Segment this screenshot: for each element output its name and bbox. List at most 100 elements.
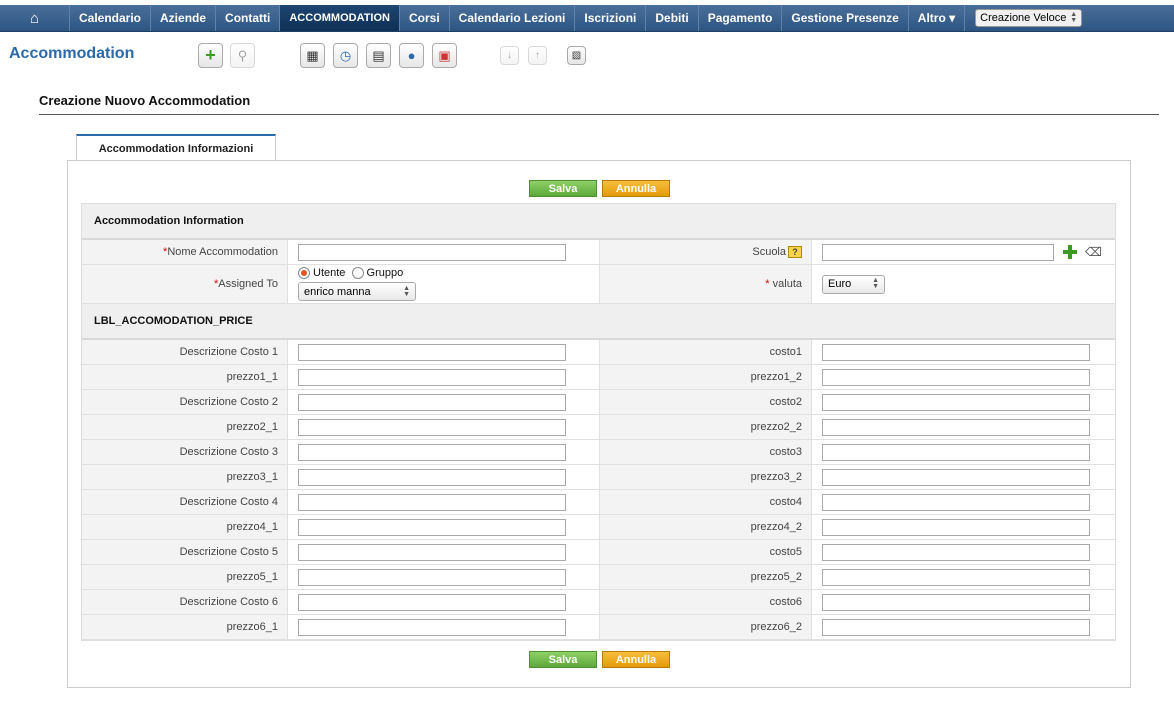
price-value-right	[812, 565, 1115, 589]
clock-icon[interactable]: ◷	[333, 43, 358, 68]
price-row: Descrizione Costo 2 costo2	[82, 390, 1115, 415]
nav-altro-dropdown[interactable]: Altro ▾	[909, 5, 966, 31]
nav-pagamento[interactable]: Pagamento	[699, 5, 783, 31]
price-input-right[interactable]	[822, 618, 1090, 636]
save-button-top[interactable]: Salva	[529, 180, 597, 197]
find-duplicates-icon[interactable]: ▧	[567, 46, 586, 65]
export-icon: ↑	[528, 46, 547, 65]
price-input-right[interactable]	[822, 593, 1090, 611]
price-input-left[interactable]	[298, 493, 566, 511]
price-label-right: prezzo2_2	[600, 415, 812, 439]
price-input-left[interactable]	[298, 368, 566, 386]
add-scuola-icon[interactable]	[1063, 245, 1077, 259]
cancel-button-top[interactable]: Annulla	[602, 180, 670, 197]
price-label-right: prezzo3_2	[600, 465, 812, 489]
price-value-left	[288, 440, 600, 464]
price-input-left[interactable]	[298, 593, 566, 611]
price-row: Descrizione Costo 4 costo4	[82, 490, 1115, 515]
price-value-left	[288, 340, 600, 364]
nav-debiti[interactable]: Debiti	[646, 5, 699, 31]
label-valuta: * valuta	[600, 265, 812, 303]
nav-accommodation[interactable]: ACCOMMODATION	[280, 5, 400, 31]
price-label-right: prezzo6_2	[600, 615, 812, 639]
price-row: prezzo4_1 prezzo4_2	[82, 515, 1115, 540]
price-value-right	[812, 515, 1115, 539]
price-label-right: costo6	[600, 590, 812, 614]
price-row: Descrizione Costo 1 costo1	[82, 340, 1115, 365]
price-input-left[interactable]	[298, 543, 566, 561]
price-input-right[interactable]	[822, 493, 1090, 511]
price-input-left[interactable]	[298, 568, 566, 586]
nav-calendario[interactable]: Calendario	[70, 5, 152, 31]
quick-create-select[interactable]: Creazione Veloce ▲ ▼	[975, 9, 1083, 27]
price-input-right[interactable]	[822, 393, 1090, 411]
price-input-right[interactable]	[822, 418, 1090, 436]
price-value-left	[288, 540, 600, 564]
clear-scuola-icon[interactable]: ⌫	[1085, 245, 1102, 259]
price-value-left	[288, 365, 600, 389]
cancel-button-bottom[interactable]: Annulla	[602, 651, 670, 668]
price-label-right: prezzo4_2	[600, 515, 812, 539]
price-value-left	[288, 415, 600, 439]
price-label-left: prezzo2_1	[82, 415, 288, 439]
section-price-header: LBL_ACCOMODATION_PRICE	[82, 304, 1115, 340]
price-row: prezzo1_1 prezzo1_2	[82, 365, 1115, 390]
price-input-right[interactable]	[822, 518, 1090, 536]
nome-accommodation-input[interactable]	[298, 243, 566, 261]
nav-contatti[interactable]: Contatti	[216, 5, 281, 31]
price-row: Descrizione Costo 3 costo3	[82, 440, 1115, 465]
price-input-right[interactable]	[822, 443, 1090, 461]
price-label-right: costo2	[600, 390, 812, 414]
price-input-left[interactable]	[298, 418, 566, 436]
price-value-right	[812, 415, 1115, 439]
price-input-right[interactable]	[822, 468, 1090, 486]
clipboard-icon[interactable]: ▣	[432, 43, 457, 68]
select-spinner-icon: ▲ ▼	[1070, 11, 1078, 24]
radio-utente[interactable]	[298, 267, 310, 280]
assigned-user-select[interactable]: enrico manna ▲ ▼	[298, 282, 416, 302]
price-value-right	[812, 615, 1115, 639]
price-input-right[interactable]	[822, 368, 1090, 386]
price-label-right: costo1	[600, 340, 812, 364]
price-value-right	[812, 390, 1115, 414]
radio-gruppo[interactable]	[351, 267, 364, 280]
nav-iscrizioni[interactable]: Iscrizioni	[575, 5, 647, 31]
nav-aziende[interactable]: Aziende	[151, 5, 217, 31]
home-icon[interactable]: ⌂	[0, 5, 70, 31]
price-row: prezzo3_1 prezzo3_2	[82, 465, 1115, 490]
create-plus-icon[interactable]: +	[198, 43, 223, 68]
price-input-left[interactable]	[298, 468, 566, 486]
price-input-left[interactable]	[298, 618, 566, 636]
save-button-bottom[interactable]: Salva	[529, 651, 597, 668]
help-icon[interactable]: ?	[788, 246, 802, 258]
price-input-right[interactable]	[822, 343, 1090, 361]
tab-accommodation-informazioni[interactable]: Accommodation Informazioni	[76, 134, 276, 161]
price-input-left[interactable]	[298, 343, 566, 361]
chat-icon[interactable]: ●	[399, 43, 424, 68]
nav-corsi[interactable]: Corsi	[400, 5, 450, 31]
price-row: prezzo5_1 prezzo5_2	[82, 565, 1115, 590]
price-value-left	[288, 490, 600, 514]
label-assigned-text: Assigned To	[218, 278, 278, 290]
price-value-left	[288, 465, 600, 489]
price-label-right: costo5	[600, 540, 812, 564]
valuta-select[interactable]: Euro ▲ ▼	[822, 274, 885, 294]
scuola-input[interactable]	[822, 243, 1054, 261]
calculator-icon[interactable]: ▤	[366, 43, 391, 68]
price-label-left: prezzo3_1	[82, 465, 288, 489]
nav-calendario-lezioni[interactable]: Calendario Lezioni	[450, 5, 576, 31]
price-input-left[interactable]	[298, 393, 566, 411]
price-input-left[interactable]	[298, 443, 566, 461]
price-label-right: costo3	[600, 440, 812, 464]
price-input-right[interactable]	[822, 568, 1090, 586]
calendar-icon[interactable]: ▦	[300, 43, 325, 68]
price-value-left	[288, 615, 600, 639]
price-input-left[interactable]	[298, 518, 566, 536]
module-title[interactable]: Accommodation	[9, 45, 134, 63]
price-value-right	[812, 340, 1115, 364]
nav-gestione-presenze[interactable]: Gestione Presenze	[782, 5, 909, 31]
price-label-right: prezzo1_2	[600, 365, 812, 389]
price-label-left: prezzo1_1	[82, 365, 288, 389]
price-input-right[interactable]	[822, 543, 1090, 561]
import-icon: ↓	[500, 46, 519, 65]
